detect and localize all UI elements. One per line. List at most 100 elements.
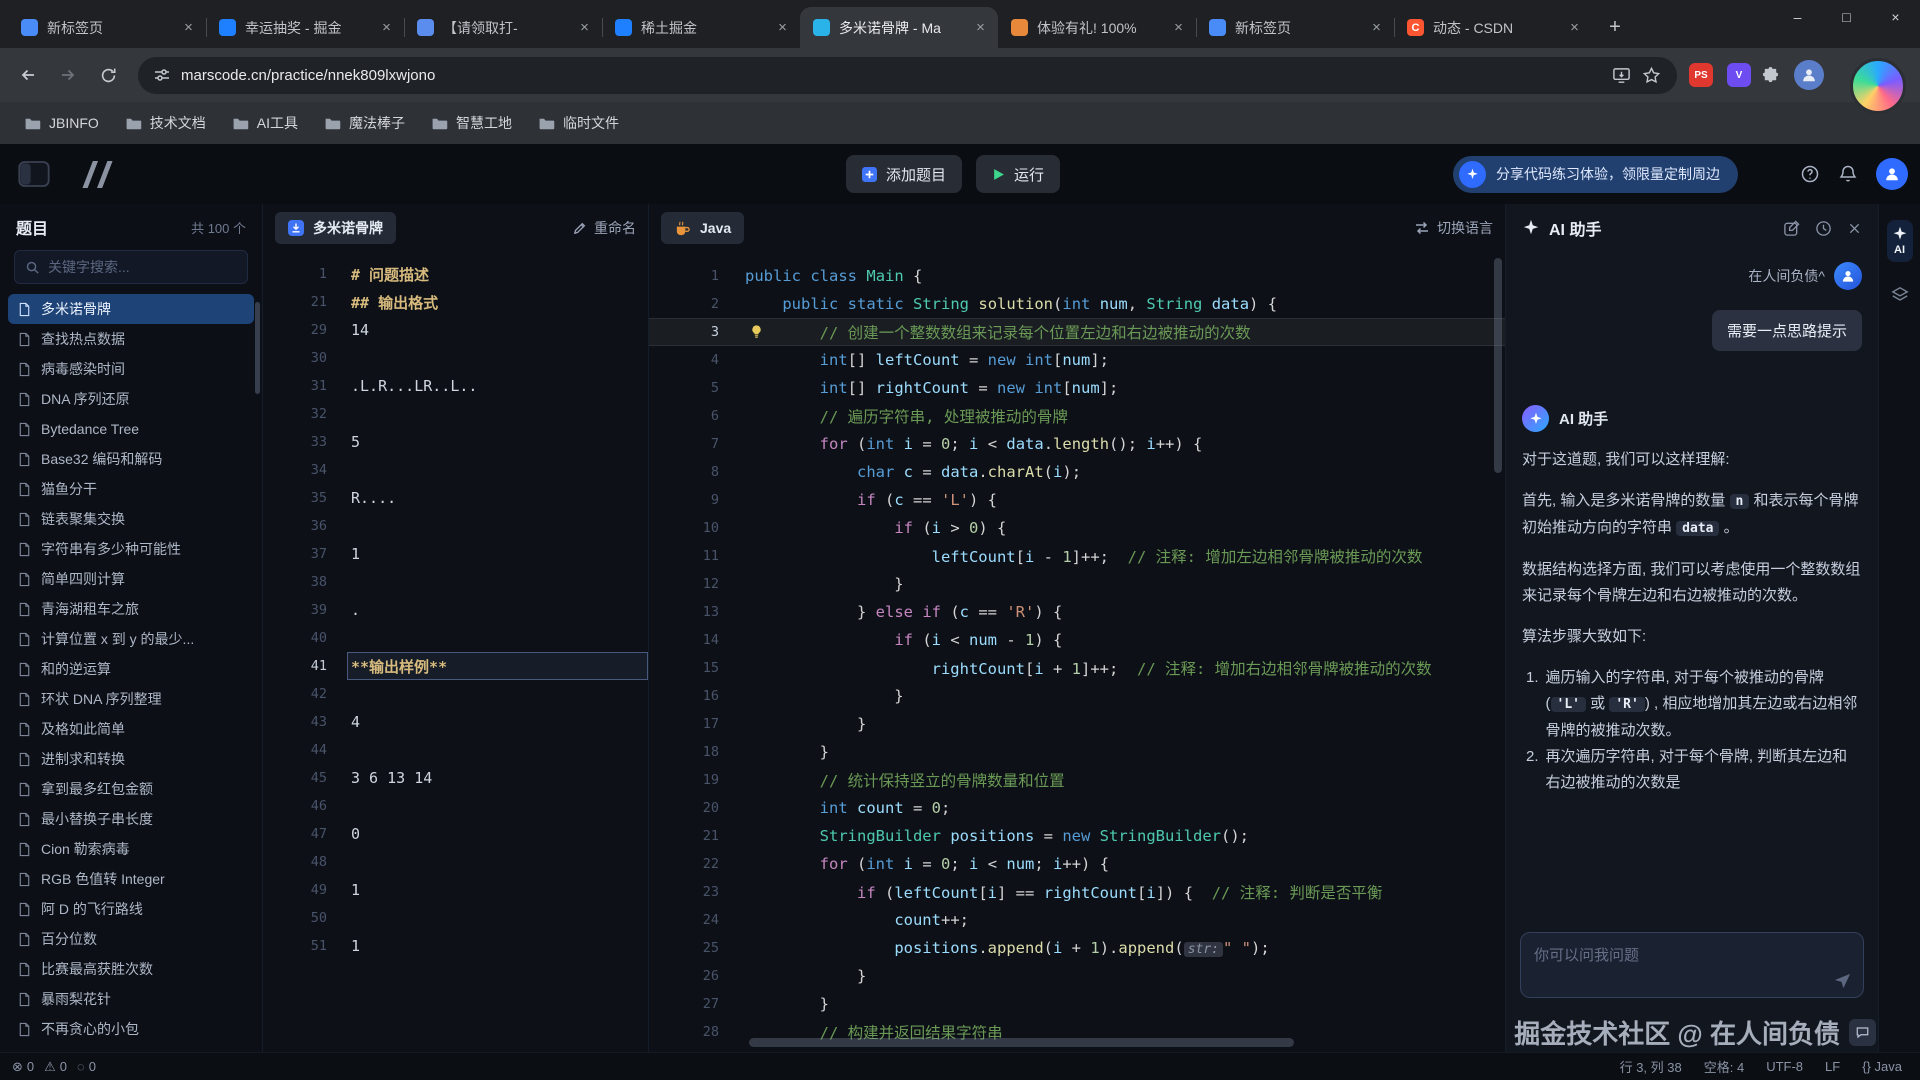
sidebar-item[interactable]: 简单四则计算 xyxy=(8,564,254,594)
bookmark-item[interactable]: AI工具 xyxy=(222,108,308,138)
feedback-bubble-icon[interactable] xyxy=(1849,1019,1876,1046)
close-window-button[interactable]: × xyxy=(1871,0,1920,33)
code-line[interactable]: 26 } xyxy=(649,962,1505,990)
desc-line[interactable]: 29 14 xyxy=(263,316,648,344)
ai-question-input[interactable]: 你可以问我问题 xyxy=(1520,932,1864,998)
bookmark-item[interactable]: 魔法棒子 xyxy=(314,108,415,138)
desc-line[interactable]: 31 .L.R...LR..L.. xyxy=(263,372,648,400)
sidebar-item[interactable]: 及格如此简单 xyxy=(8,714,254,744)
code-line[interactable]: 22 for (int i = 0; i < num; i++) { xyxy=(649,850,1505,878)
sidebar-item[interactable]: 和的逆运算 xyxy=(8,654,254,684)
browser-tab[interactable]: 多米诺骨牌 - Ma × xyxy=(800,7,998,48)
code-line[interactable]: 20 int count = 0; xyxy=(649,794,1505,822)
desc-line[interactable]: 32 xyxy=(263,400,648,428)
new-chat-icon[interactable] xyxy=(1783,220,1800,237)
sidebar-item[interactable]: 链表聚集交换 xyxy=(8,504,254,534)
indent-setting[interactable]: 空格: 4 xyxy=(1704,1057,1744,1076)
description-tab[interactable]: 多米诺骨牌 xyxy=(275,212,396,244)
tab-close-icon[interactable]: × xyxy=(1367,18,1386,37)
desc-line[interactable]: 48 xyxy=(263,848,648,876)
tab-close-icon[interactable]: × xyxy=(1169,18,1188,37)
history-icon[interactable] xyxy=(1815,220,1832,237)
send-icon[interactable] xyxy=(1833,971,1852,990)
desc-line[interactable]: 41 **输出样例** xyxy=(263,652,648,680)
user-avatar[interactable] xyxy=(1876,158,1908,190)
bookmark-item[interactable]: JBINFO xyxy=(14,110,109,137)
tab-close-icon[interactable]: × xyxy=(575,18,594,37)
minimize-button[interactable]: – xyxy=(1773,0,1822,33)
desc-line[interactable]: 1 # 问题描述 xyxy=(263,260,648,288)
sidebar-scrollbar[interactable] xyxy=(255,302,260,394)
close-panel-icon[interactable] xyxy=(1847,221,1862,236)
sidebar-item[interactable]: 阿 D 的飞行路线 xyxy=(8,894,254,924)
sidebar-item[interactable]: 多米诺骨牌 xyxy=(8,294,254,324)
tools-rail-icon[interactable] xyxy=(1891,286,1909,304)
code-line[interactable]: 4 int[] leftCount = new int[num]; xyxy=(649,346,1505,374)
code-line[interactable]: 24 count++; xyxy=(649,906,1505,934)
tab-close-icon[interactable]: × xyxy=(971,18,990,37)
code-line[interactable]: 2 public static String solution(int num,… xyxy=(649,290,1505,318)
desc-line[interactable]: 47 0 xyxy=(263,820,648,848)
sidebar-item[interactable]: 青海湖租车之旅 xyxy=(8,594,254,624)
browser-tab[interactable]: 稀土掘金 × xyxy=(602,7,800,48)
sidebar-item[interactable]: 计算位置 x 到 y 的最少... xyxy=(8,624,254,654)
desc-line[interactable]: 49 1 xyxy=(263,876,648,904)
browser-tab[interactable]: C 动态 - CSDN × xyxy=(1394,7,1592,48)
language-mode[interactable]: {} Java xyxy=(1862,1059,1902,1074)
rename-button[interactable]: 重命名 xyxy=(572,218,636,238)
bookmark-item[interactable]: 智慧工地 xyxy=(421,108,522,138)
sidebar-item[interactable]: 查找热点数据 xyxy=(8,324,254,354)
problems-indicator[interactable]: ⊗0 ⚠0 ◌0 xyxy=(12,1059,96,1075)
code-editor[interactable]: 1public class Main { 2 public static Str… xyxy=(649,252,1505,1052)
code-line[interactable]: 7 for (int i = 0; i < data.length(); i++… xyxy=(649,430,1505,458)
desc-line[interactable]: 30 xyxy=(263,344,648,372)
code-line[interactable]: 8 char c = data.charAt(i); xyxy=(649,458,1505,486)
problem-counter[interactable]: ⚠0 xyxy=(44,1059,67,1075)
code-line[interactable]: 25 positions.append(i + 1).append(str:" … xyxy=(649,934,1505,962)
desc-line[interactable]: 35 R.... xyxy=(263,484,648,512)
code-line[interactable]: 13 } else if (c == 'R') { xyxy=(649,598,1505,626)
profile-logo-bubble[interactable] xyxy=(1850,58,1906,114)
code-line[interactable]: 19 // 统计保持竖立的骨牌数量和位置 xyxy=(649,766,1505,794)
sidebar-item[interactable]: 拿到最多红包金额 xyxy=(8,774,254,804)
code-line[interactable]: 1public class Main { xyxy=(649,262,1505,290)
desc-line[interactable]: 43 4 xyxy=(263,708,648,736)
code-line[interactable]: 12 } xyxy=(649,570,1505,598)
cursor-position[interactable]: 行 3, 列 38 xyxy=(1620,1057,1682,1076)
eol-setting[interactable]: LF xyxy=(1825,1059,1840,1074)
sidebar-toggle-icon[interactable] xyxy=(18,160,50,188)
tab-close-icon[interactable]: × xyxy=(773,18,792,37)
desc-line[interactable]: 42 xyxy=(263,680,648,708)
add-problem-button[interactable]: 添加题目 xyxy=(846,155,962,193)
sidebar-item[interactable]: 百分位数 xyxy=(8,924,254,954)
sidebar-item[interactable]: 环状 DNA 序列整理 xyxy=(8,684,254,714)
run-button[interactable]: 运行 xyxy=(976,155,1060,193)
sidebar-item[interactable]: 病毒感染时间 xyxy=(8,354,254,384)
maximize-button[interactable]: □ xyxy=(1822,0,1871,33)
desc-line[interactable]: 38 xyxy=(263,568,648,596)
desc-line[interactable]: 21 ## 输出格式 xyxy=(263,288,648,316)
browser-profile-avatar[interactable] xyxy=(1794,60,1824,90)
desc-line[interactable]: 50 xyxy=(263,904,648,932)
sidebar-item[interactable]: 比赛最高获胜次数 xyxy=(8,954,254,984)
extension-badge-icon[interactable]: PS xyxy=(1689,63,1713,87)
bookmark-item[interactable]: 技术文档 xyxy=(115,108,216,138)
sidebar-item[interactable]: Bytedance Tree xyxy=(8,414,254,444)
code-line[interactable]: 27 } xyxy=(649,990,1505,1018)
reload-button[interactable] xyxy=(90,57,126,93)
code-line[interactable]: 11 leftCount[i - 1]++; // 注释: 增加左边相邻骨牌被推… xyxy=(649,542,1505,570)
desc-line[interactable]: 46 xyxy=(263,792,648,820)
sidebar-item[interactable]: 进制求和转换 xyxy=(8,744,254,774)
tab-close-icon[interactable]: × xyxy=(179,18,198,37)
extensions-puzzle-icon[interactable] xyxy=(1761,66,1780,85)
desc-line[interactable]: 37 1 xyxy=(263,540,648,568)
code-line[interactable]: 5 int[] rightCount = new int[num]; xyxy=(649,374,1505,402)
sidebar-item[interactable]: 最小替换子串长度 xyxy=(8,804,254,834)
sidebar-item[interactable]: 不再贪心的小包 xyxy=(8,1014,254,1044)
language-tab[interactable]: Java xyxy=(661,212,744,244)
description-editor[interactable]: 1 # 问题描述 21 ## 输出格式 29 14 30 31 .L.R...L… xyxy=(263,252,648,1052)
desc-line[interactable]: 51 1 xyxy=(263,932,648,960)
sidebar-item[interactable]: Cion 勒索病毒 xyxy=(8,834,254,864)
desc-line[interactable]: 44 xyxy=(263,736,648,764)
problem-counter[interactable]: ⊗0 xyxy=(12,1059,34,1075)
